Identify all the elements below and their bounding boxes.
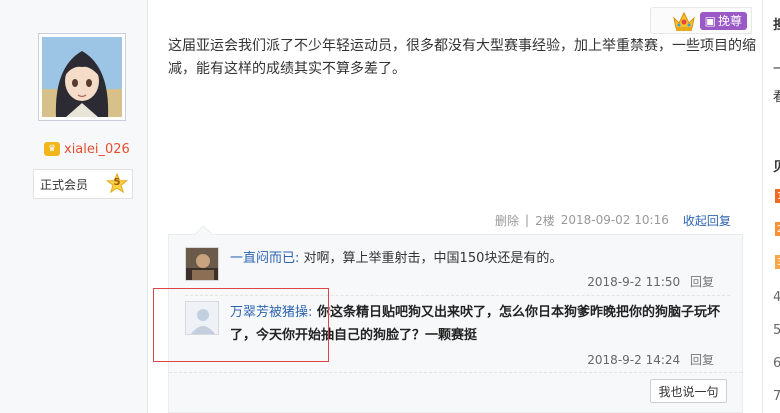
rank-badge: 1 (775, 189, 780, 203)
reply-content: 一直闷而已: 对啊，算上举重射击，中国150块还是有的。 (230, 247, 730, 270)
reply-meta: 2018-9-2 14:24 回复 (587, 351, 714, 368)
highlight-box (153, 288, 329, 362)
member-level-label: 正式会员 (40, 177, 89, 192)
level-number: 5 (113, 177, 121, 188)
vip-icon: ♛ (44, 142, 60, 156)
crown-icon[interactable] (672, 10, 696, 32)
say-something-button[interactable]: 我也说一句 (650, 379, 727, 403)
sidebar-snippet: 担 (773, 18, 780, 33)
post-body: 这届亚运会我们派了不少年轻运动员，很多都没有大型赛事经验，加上举重禁赛，一些项目… (168, 38, 756, 77)
reply-avatar[interactable] (185, 247, 219, 281)
sidebar-snippet: 贝 (773, 160, 780, 175)
delete-link[interactable]: 删除 (495, 212, 519, 229)
author-avatar[interactable] (38, 33, 126, 121)
reply-button[interactable]: 回复 (690, 275, 714, 289)
sidebar-snippet: 7 (773, 389, 780, 404)
post-actions: 删除 | 2楼 2018-09-02 10:16 收起回复 (495, 210, 742, 230)
rank-badge: 3 (775, 255, 780, 269)
member-level-badge[interactable]: 正式会员 5 (33, 169, 133, 199)
author-name-row: ♛ xialei_026 (44, 140, 130, 158)
sidebar-snippet: 5 (773, 323, 780, 338)
reply-text: 对啊，算上举重射击，中国150块还是有的。 (303, 251, 563, 266)
reply-username[interactable]: 一直闷而已 (230, 251, 295, 266)
gift-area: ▣ 挽尊 (650, 7, 752, 34)
right-sidebar: 担 一 看 贝 1 2 3 4 5 6 7 (762, 0, 780, 413)
sidebar-snippet: 一 (773, 62, 780, 77)
divider: | (525, 213, 530, 227)
rank-badge: 2 (775, 222, 780, 236)
author-column: ♛ xialei_026 正式会员 5 (0, 0, 148, 413)
post-datetime: 2018-09-02 10:16 (560, 213, 669, 227)
thread-page: ♛ xialei_026 正式会员 5 这届亚运会我们派了不少年轻运动员，很多都… (0, 0, 780, 413)
zan-button[interactable]: ▣ 挽尊 (699, 11, 747, 30)
level-star-icon: 5 (106, 173, 129, 195)
author-username[interactable]: xialei_026 (64, 142, 130, 157)
reply-datetime: 2018-9-2 11:50 (587, 275, 681, 289)
reply-colon: : (295, 251, 300, 266)
reply-datetime: 2018-9-2 14:24 (587, 353, 681, 367)
collapse-replies-link[interactable]: 收起回复 (683, 212, 731, 229)
floor-number: 2楼 (535, 213, 555, 228)
reply-button[interactable]: 回复 (690, 353, 714, 367)
reply-meta: 2018-9-2 11:50 回复 (587, 273, 714, 290)
reply-divider (169, 372, 742, 373)
sidebar-snippet: 4 (773, 290, 780, 305)
sidebar-snippet: 6 (773, 356, 780, 371)
avatar-image (42, 37, 122, 117)
sidebar-snippet: 看 (773, 90, 780, 105)
zan-label: 挽尊 (717, 14, 742, 28)
gift-icon: ▣ (704, 13, 716, 28)
